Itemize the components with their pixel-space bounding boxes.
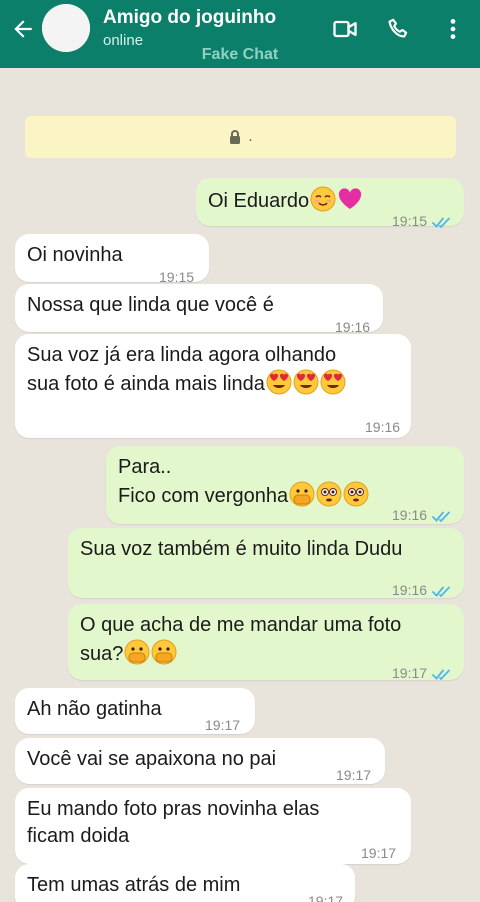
video-call-icon bbox=[333, 20, 357, 38]
fake-chat-watermark: Fake Chat bbox=[201, 46, 279, 63]
phone-icon bbox=[388, 18, 408, 38]
outgoing-message[interactable]: Para.. Fico com vergonha 19:16 bbox=[106, 446, 464, 524]
message-text: Nossa que linda que você é bbox=[27, 294, 274, 316]
smiling-face-icon bbox=[310, 186, 336, 212]
message-time: 19:16 bbox=[392, 582, 428, 598]
message-text: Sua voz também é muito linda Dudu bbox=[80, 538, 403, 560]
arrow-back-icon bbox=[14, 20, 32, 38]
heart-eyes-icon bbox=[293, 369, 319, 395]
read-receipt-icon bbox=[432, 669, 450, 681]
message-time: 19:17 bbox=[336, 767, 372, 783]
message-text: Para.. Fico com vergonha bbox=[118, 456, 289, 507]
message-text: Oi novinha bbox=[27, 244, 123, 266]
back-button[interactable] bbox=[6, 12, 40, 46]
message-text: Tem umas atrás de mim bbox=[27, 874, 241, 896]
avatar[interactable] bbox=[42, 4, 90, 52]
incoming-message[interactable]: Oi novinha 19:15 bbox=[15, 234, 209, 285]
video-call-button[interactable] bbox=[328, 12, 362, 46]
chat-header: Amigo do joguinho online Fake Chat bbox=[0, 0, 480, 68]
heart-eyes-icon bbox=[266, 369, 292, 395]
read-receipt bbox=[432, 579, 454, 598]
read-receipt-icon bbox=[432, 511, 450, 523]
more-options-button[interactable] bbox=[436, 12, 470, 46]
message-text: Oi Eduardo bbox=[208, 190, 310, 212]
chat-area[interactable]: . Oi Eduardo 19:15 Oi novinha 19:15 Nossa qu… bbox=[0, 68, 480, 902]
message-text: Você vai se apaixona no pai bbox=[27, 748, 277, 770]
message-time: 19:16 bbox=[365, 419, 401, 435]
message-time: 19:15 bbox=[392, 213, 428, 229]
face-peeking-icon bbox=[124, 639, 150, 665]
hand-over-mouth-icon bbox=[151, 639, 177, 665]
message-time: 19:17 bbox=[308, 893, 344, 902]
read-receipt bbox=[432, 504, 454, 523]
voice-call-button[interactable] bbox=[382, 12, 416, 46]
outgoing-message[interactable]: Oi Eduardo 19:15 bbox=[196, 178, 464, 229]
read-receipt bbox=[432, 662, 454, 681]
incoming-message[interactable]: Nossa que linda que você é 19:16 bbox=[15, 284, 383, 335]
face-peeking-icon bbox=[289, 481, 315, 507]
more-vert-icon bbox=[450, 19, 456, 39]
contact-name[interactable]: Amigo do joguinho bbox=[103, 7, 276, 29]
encryption-notice-text: . bbox=[248, 128, 253, 145]
message-text: Ah não gatinha bbox=[27, 698, 162, 720]
read-receipt bbox=[432, 210, 454, 229]
message-time: 19:17 bbox=[392, 665, 428, 681]
encryption-notice[interactable]: . bbox=[25, 116, 456, 158]
flushed-face-icon bbox=[343, 481, 369, 507]
read-receipt-icon bbox=[432, 586, 450, 598]
heart-eyes-icon bbox=[320, 369, 346, 395]
outgoing-message[interactable]: O que acha de me mandar uma foto sua? 19:… bbox=[68, 604, 464, 681]
incoming-message[interactable]: Ah não gatinha 19:17 bbox=[15, 688, 255, 734]
message-time: 19:17 bbox=[361, 845, 397, 861]
incoming-message[interactable]: Eu mando foto pras novinha elas ficam do… bbox=[15, 788, 411, 864]
lock-icon bbox=[230, 130, 241, 144]
message-time: 19:16 bbox=[392, 507, 428, 523]
purple-heart-icon bbox=[339, 188, 362, 209]
outgoing-message[interactable]: Sua voz também é muito linda Dudu 19:16 bbox=[68, 528, 464, 598]
default-avatar-icon bbox=[42, 4, 90, 52]
read-receipt-icon bbox=[432, 217, 450, 229]
message-time: 19:17 bbox=[205, 717, 241, 733]
message-text: Eu mando foto pras novinha elas ficam do… bbox=[27, 798, 320, 847]
incoming-message[interactable]: Tem umas atrás de mim 19:17 bbox=[15, 864, 355, 902]
flushed-face-icon bbox=[316, 481, 342, 507]
incoming-message[interactable]: Você vai se apaixona no pai 19:17 bbox=[15, 738, 385, 784]
incoming-message[interactable]: Sua voz já era linda agora olhando sua f… bbox=[15, 334, 411, 438]
